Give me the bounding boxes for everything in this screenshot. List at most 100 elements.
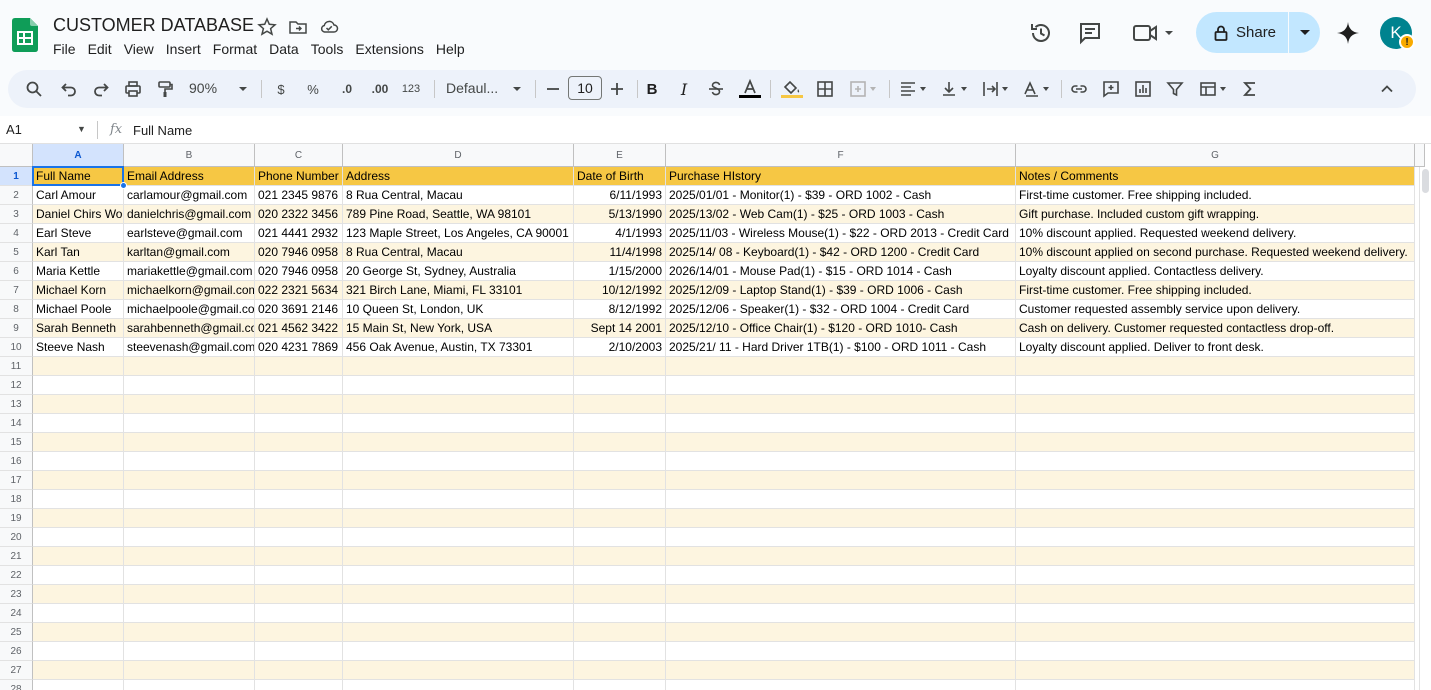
empty-cell[interactable] [666,490,1016,509]
more-formats-button[interactable]: 123 [399,79,423,99]
header-cell[interactable]: Notes / Comments [1016,167,1415,186]
spreadsheet-grid[interactable]: ABCDEFG 1 2 3 4 5 6 7 8 9 10 11 12 13 14 15 16 17 18 19 20 2… [0,144,1431,690]
empty-cell[interactable] [343,547,574,566]
menu-help[interactable]: Help [436,41,471,57]
empty-cell[interactable] [343,642,574,661]
table-cell[interactable]: 020 2322 3456 [255,205,343,224]
empty-cell[interactable] [124,490,255,509]
empty-cell[interactable] [255,528,343,547]
row-header[interactable]: 13 [0,395,33,414]
empty-cell[interactable] [33,414,124,433]
table-cell[interactable]: 021 2345 9876 [255,186,343,205]
empty-cell[interactable] [124,604,255,623]
table-cell[interactable]: Michael Poole [33,300,124,319]
empty-cell[interactable] [1016,585,1415,604]
table-cell[interactable]: 6/11/1993 [574,186,666,205]
empty-cell[interactable] [574,604,666,623]
empty-cell[interactable] [666,452,1016,471]
header-cell[interactable]: Full Name [33,167,124,186]
document-title[interactable]: CUSTOMER DATABASE [53,15,254,36]
font-chevron-down-icon[interactable] [507,79,527,99]
empty-cell[interactable] [255,680,343,690]
table-cell[interactable]: Loyalty discount applied. Deliver to fro… [1016,338,1415,357]
comments-icon[interactable] [1077,20,1103,46]
table-cell[interactable]: 123 Maple Street, Los Angeles, CA 90001 [343,224,574,243]
table-cell[interactable]: 2025/21/ 11 - Hard Driver 1TB(1) - $100 … [666,338,1016,357]
row-header[interactable]: 26 [0,642,33,661]
text-wrapping-icon[interactable] [979,79,1013,99]
empty-cell[interactable] [574,585,666,604]
header-cell[interactable]: Phone Number [255,167,343,186]
table-cell[interactable]: 022 2321 5634 [255,281,343,300]
empty-cell[interactable] [343,433,574,452]
empty-cell[interactable] [124,471,255,490]
empty-cell[interactable] [1016,661,1415,680]
font-family-select[interactable]: Defaul... [446,80,498,96]
table-cell[interactable]: 5/13/1990 [574,205,666,224]
table-cell[interactable]: 456 Oak Avenue, Austin, TX 73301 [343,338,574,357]
currency-format-button[interactable]: $ [271,79,291,99]
empty-cell[interactable] [666,528,1016,547]
empty-cell[interactable] [255,433,343,452]
table-cell[interactable]: 2025/14/ 08 - Keyboard(1) - $42 - ORD 12… [666,243,1016,262]
row-header[interactable]: 25 [0,623,33,642]
empty-cell[interactable] [1016,395,1415,414]
empty-cell[interactable] [1016,623,1415,642]
row-header[interactable]: 28 [0,680,33,690]
empty-cell[interactable] [1016,680,1415,690]
table-cell[interactable]: 020 4231 7869 [255,338,343,357]
table-cell[interactable]: michaelpoole@gmail.com [124,300,255,319]
empty-cell[interactable] [666,623,1016,642]
table-cell[interactable]: 2025/01/01 - Monitor(1) - $39 - ORD 1002… [666,186,1016,205]
empty-cell[interactable] [124,661,255,680]
scrollbar-thumb[interactable] [1422,169,1429,193]
empty-cell[interactable] [574,642,666,661]
row-header[interactable]: 16 [0,452,33,471]
row-header[interactable]: 21 [0,547,33,566]
table-cell[interactable]: 10/12/1992 [574,281,666,300]
empty-cell[interactable] [1016,452,1415,471]
table-cell[interactable]: mariakettle@gmail.com [124,262,255,281]
empty-cell[interactable] [666,547,1016,566]
empty-cell[interactable] [666,376,1016,395]
empty-cell[interactable] [1016,376,1415,395]
text-color-icon[interactable] [738,79,762,99]
percent-format-button[interactable]: % [303,79,323,99]
table-cell[interactable]: 8 Rua Central, Macau [343,186,574,205]
table-cell[interactable]: Customer requested assembly service upon… [1016,300,1415,319]
share-button[interactable]: Share [1196,12,1320,53]
empty-cell[interactable] [33,395,124,414]
empty-cell[interactable] [255,490,343,509]
table-cell[interactable]: sarahbenneth@gmail.com [124,319,255,338]
table-cell[interactable]: 020 7946 0958 [255,262,343,281]
collapse-menus-chevron-up-icon[interactable] [1377,79,1397,99]
empty-cell[interactable] [124,376,255,395]
empty-cell[interactable] [33,490,124,509]
empty-cell[interactable] [33,623,124,642]
font-size-input[interactable]: 10 [568,76,602,100]
empty-cell[interactable] [574,623,666,642]
empty-cell[interactable] [255,357,343,376]
formula-input[interactable]: Full Name [133,123,192,138]
filter-icon[interactable] [1165,79,1185,99]
empty-cell[interactable] [255,509,343,528]
row-header[interactable]: 1 [0,167,33,186]
increase-decimal-button[interactable]: .00 [366,79,394,99]
empty-cell[interactable] [255,395,343,414]
header-cell[interactable]: Purchase HIstory [666,167,1016,186]
column-header-c[interactable]: C [255,144,343,167]
table-cell[interactable]: 020 7946 0958 [255,243,343,262]
filter-views-icon[interactable] [1197,79,1231,99]
table-cell[interactable]: 11/4/1998 [574,243,666,262]
row-header[interactable]: 23 [0,585,33,604]
insert-comment-icon[interactable] [1101,79,1121,99]
empty-cell[interactable] [666,642,1016,661]
empty-cell[interactable] [343,357,574,376]
empty-cell[interactable] [1016,604,1415,623]
empty-cell[interactable] [574,357,666,376]
print-icon[interactable] [123,79,143,99]
redo-icon[interactable] [91,79,111,99]
row-header[interactable]: 2 [0,186,33,205]
insert-chart-icon[interactable] [1133,79,1153,99]
row-header[interactable]: 9 [0,319,33,338]
